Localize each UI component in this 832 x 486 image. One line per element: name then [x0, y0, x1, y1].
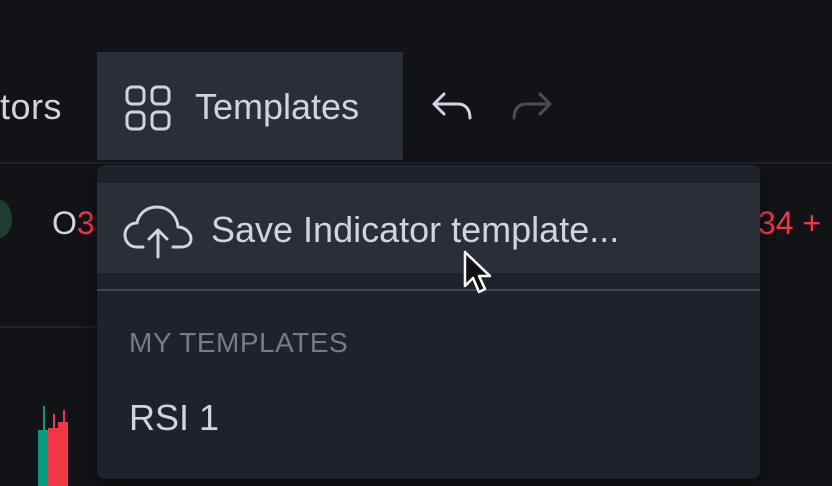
save-indicator-template-label: Save Indicator template...: [211, 209, 620, 250]
chart-screen: tors Templates O3 34 + Save Indicator te…: [0, 0, 832, 486]
redo-icon[interactable]: [510, 88, 554, 126]
pane-divider: [0, 326, 100, 328]
dropdown-separator: [97, 289, 760, 291]
my-templates-heading: MY TEMPLATES: [129, 327, 349, 358]
templates-button-label: Templates: [195, 86, 360, 127]
template-item-rsi-1[interactable]: RSI 1: [97, 379, 760, 457]
mouse-pointer-icon: [463, 250, 492, 294]
indicators-button-label[interactable]: tors: [0, 86, 62, 128]
ohlc-open-digits: 3: [76, 205, 95, 241]
save-indicator-template-item[interactable]: Save Indicator template...: [97, 183, 760, 273]
status-dot: [0, 200, 12, 238]
cloud-upload-icon: [123, 205, 193, 259]
grid-icon: [125, 85, 171, 131]
ohlc-open-prefix: O: [52, 205, 77, 241]
toolbar-divider: [0, 162, 832, 164]
ohlc-open-value: O3: [52, 205, 95, 242]
candlesticks: [38, 406, 68, 486]
templates-button[interactable]: Templates: [97, 52, 403, 160]
undo-icon[interactable]: [430, 88, 474, 126]
template-item-label: RSI 1: [129, 397, 220, 438]
top-toolbar: tors Templates: [0, 52, 832, 160]
ohlc-change-value: 34 +: [758, 205, 822, 241]
templates-dropdown: Save Indicator template... MY TEMPLATES …: [97, 165, 760, 479]
